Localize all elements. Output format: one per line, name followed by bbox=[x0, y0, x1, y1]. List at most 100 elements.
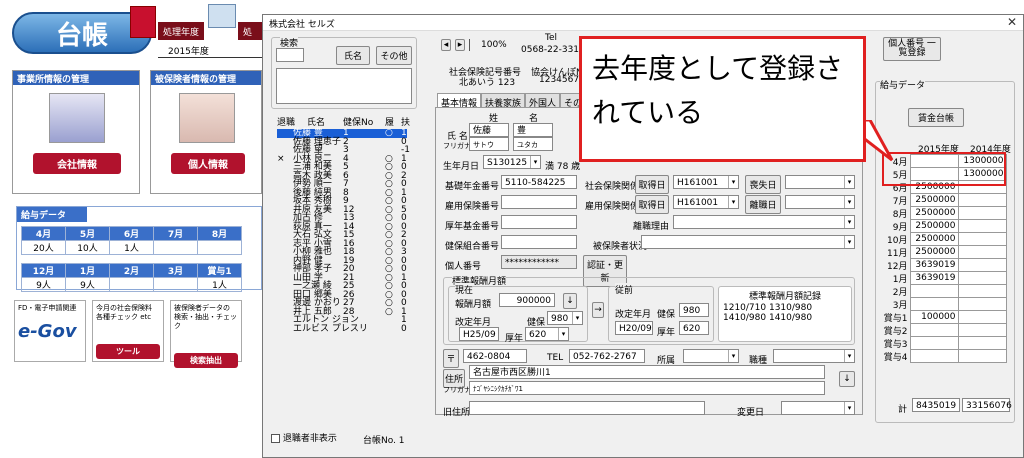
salary-2014-cell[interactable] bbox=[957, 336, 1007, 350]
prev-kenpo-input[interactable]: 980 bbox=[679, 303, 709, 317]
zip-input[interactable]: 462-0804 bbox=[463, 349, 527, 363]
process-button[interactable]: 処理 bbox=[238, 22, 262, 40]
henkobi-select[interactable]: ▾ bbox=[781, 401, 855, 415]
prev-arrow-icon[interactable]: ◂ bbox=[441, 39, 451, 51]
koyo-input[interactable] bbox=[501, 195, 577, 209]
chingin-button[interactable]: 賃金台帳 bbox=[908, 108, 964, 127]
shokushu-select[interactable]: ▾ bbox=[773, 349, 855, 363]
rishoku-riyu-select[interactable]: ▾ bbox=[673, 215, 855, 229]
personal-info-button[interactable]: 個人情報 bbox=[171, 153, 245, 174]
month-cell[interactable]: 4月 bbox=[21, 226, 66, 241]
salary-2014-cell[interactable] bbox=[957, 349, 1007, 363]
employee-row[interactable]: エルビス プレスリ 0 bbox=[277, 324, 407, 334]
search-input[interactable] bbox=[276, 48, 304, 62]
salary-2014-cell[interactable] bbox=[957, 310, 1007, 324]
search-name-button[interactable]: 氏名 bbox=[336, 46, 370, 65]
salary-2015-cell[interactable]: 2500000 bbox=[909, 219, 959, 233]
search-extract-button[interactable]: 検索抽出 bbox=[174, 353, 238, 368]
retired-hide-checkbox[interactable]: 退職者非表示 bbox=[271, 431, 337, 444]
salary-2015-cell[interactable]: 100000 bbox=[909, 310, 959, 324]
tel2-input[interactable]: 052-762-2767 bbox=[569, 349, 645, 363]
salary-2014-cell[interactable] bbox=[957, 193, 1007, 207]
month-cell[interactable]: 1月 bbox=[65, 263, 110, 278]
salary-2014-cell[interactable] bbox=[957, 258, 1007, 272]
salary-2014-cell[interactable] bbox=[957, 232, 1007, 246]
salary-2014-cell[interactable] bbox=[957, 206, 1007, 220]
prev-kosei-input[interactable]: 620 bbox=[679, 321, 709, 335]
hihoken-jokyo-select[interactable]: ▾ bbox=[641, 235, 855, 249]
shutoku-select[interactable]: H161001 ▾ bbox=[673, 175, 739, 189]
mynumber-button[interactable]: 個人番号 一覧登録 bbox=[883, 37, 941, 61]
kosei-input[interactable] bbox=[501, 215, 577, 229]
old-address-input[interactable] bbox=[469, 401, 705, 415]
soshitsu-select[interactable]: ▾ bbox=[785, 175, 855, 189]
shutoku2-button[interactable]: 取得日 bbox=[635, 195, 669, 214]
fiscal-year-button[interactable]: 処理年度 bbox=[158, 22, 205, 40]
rishoku-button[interactable]: 離職日 bbox=[745, 195, 781, 214]
kiso-input[interactable]: 5110-584225 bbox=[501, 175, 577, 189]
salary-2015-cell[interactable]: 2500000 bbox=[909, 206, 959, 220]
search-tile[interactable]: 被保険者データの 検索・抽出・チェック 検索抽出 bbox=[170, 300, 242, 368]
shozoku-select[interactable]: ▾ bbox=[683, 349, 739, 363]
shutoku-button[interactable]: 取得日 bbox=[635, 175, 669, 194]
employee-list[interactable]: 佐藤 豊 1 ○ 1 佐藤 理恵子 2 0 佐藤 望 3 -1 × 小林 良二 4 ○ 1 三浦 和美 5 ○ 0 高… bbox=[277, 129, 410, 334]
close-icon[interactable]: ✕ bbox=[1007, 15, 1017, 29]
tool-button[interactable]: ツール bbox=[96, 344, 160, 359]
month-cell[interactable]: 6月 bbox=[109, 226, 154, 241]
hoshu-input[interactable]: 900000 bbox=[499, 293, 555, 307]
salary-2014-cell[interactable] bbox=[957, 297, 1007, 311]
month-cell[interactable]: 7月 bbox=[153, 226, 198, 241]
salary-2015-cell[interactable]: 2500000 bbox=[909, 193, 959, 207]
month-label: 賞与3 bbox=[883, 339, 908, 350]
address-kana-input[interactable]: ﾅｺﾞﾔｼﾆｼｸｶﾁｶﾞﾜ1 bbox=[469, 381, 825, 395]
month-cell[interactable]: 賞与1 bbox=[197, 263, 242, 278]
soshitsu-button[interactable]: 喪失日 bbox=[745, 175, 781, 194]
kenpo-input[interactable] bbox=[501, 235, 577, 249]
prev-kaitei-input[interactable]: H20/09 bbox=[615, 321, 653, 335]
egov-tile[interactable]: FD・電子申請関連 e-Gov bbox=[14, 300, 86, 362]
tool-tile[interactable]: 今月の社会保険料 各種チェック etc ツール bbox=[92, 300, 164, 362]
salary-2015-cell[interactable]: 2500000 bbox=[909, 232, 959, 246]
salary-2014-cell[interactable] bbox=[957, 219, 1007, 233]
sei-input[interactable]: 佐藤 bbox=[469, 123, 509, 137]
salary-2014-cell[interactable] bbox=[957, 271, 1007, 285]
company-info-button[interactable]: 会社情報 bbox=[33, 153, 121, 174]
total-2015: 8435019 bbox=[912, 398, 960, 412]
salary-2015-cell[interactable] bbox=[909, 336, 959, 350]
salary-2014-cell[interactable] bbox=[957, 245, 1007, 259]
zoom-slider[interactable] bbox=[469, 39, 477, 51]
month-cell[interactable]: 5月 bbox=[65, 226, 110, 241]
address-dropdown-icon[interactable]: ↓ bbox=[839, 371, 855, 387]
salary-2015-cell[interactable] bbox=[909, 284, 959, 298]
kojin-input[interactable]: ************ bbox=[501, 255, 577, 269]
salary-2015-cell[interactable]: 2500000 bbox=[909, 245, 959, 259]
address-input[interactable]: 名古屋市西区勝川1 bbox=[469, 365, 825, 379]
month-cell[interactable]: 2月 bbox=[109, 263, 154, 278]
search-result-box[interactable] bbox=[276, 68, 412, 104]
salary-2015-cell[interactable]: 3639019 bbox=[909, 271, 959, 285]
month-cell[interactable]: 12月 bbox=[21, 263, 66, 278]
furi-mei-input[interactable]: ユタカ bbox=[513, 137, 553, 151]
salary-2014-cell[interactable] bbox=[957, 284, 1007, 298]
shutoku2-select[interactable]: H161001 ▾ bbox=[673, 195, 739, 209]
rishoku-select[interactable]: ▾ bbox=[785, 195, 855, 209]
salary-2015-cell[interactable] bbox=[909, 349, 959, 363]
salary-2015-cell[interactable] bbox=[909, 297, 959, 311]
salary-2015-cell[interactable]: 3639019 bbox=[909, 258, 959, 272]
copy-arrow-icon[interactable]: → bbox=[592, 302, 604, 318]
kenpo-std-select[interactable]: 980 ▾ bbox=[547, 311, 583, 325]
calendar-icon[interactable] bbox=[208, 4, 236, 28]
birth-select[interactable]: S130125 ▾ bbox=[483, 155, 541, 169]
mei-input[interactable]: 豊 bbox=[513, 123, 553, 137]
month-cell[interactable]: 8月 bbox=[197, 226, 242, 241]
hoshu-dropdown-icon[interactable]: ↓ bbox=[563, 293, 577, 309]
salary-2015-cell[interactable] bbox=[909, 323, 959, 337]
search-other-button[interactable]: その他 bbox=[376, 46, 412, 65]
kosei-std-select[interactable]: 620 ▾ bbox=[525, 327, 569, 341]
salary-2014-cell[interactable] bbox=[957, 323, 1007, 337]
furi-sei-input[interactable]: サトウ bbox=[469, 137, 509, 151]
month-cell[interactable]: 3月 bbox=[153, 263, 198, 278]
next-arrow-icon[interactable]: ▸ bbox=[455, 39, 465, 51]
kaitei-input[interactable]: H25/09 bbox=[459, 327, 499, 341]
zip-button[interactable]: 〒 bbox=[443, 349, 459, 368]
